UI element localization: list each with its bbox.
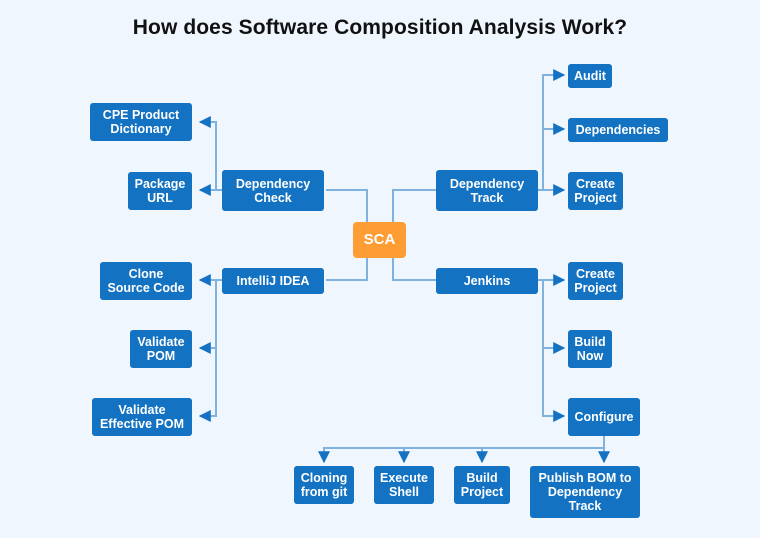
connector-intellij-validate-pom [198,280,217,354]
connector-intellij-validate-effective-pom [198,348,217,422]
node-intellij-idea[interactable]: IntelliJ IDEA [222,268,324,294]
connector-sca-dependency-check [326,189,368,226]
connector-jenkins-build-now [542,280,566,354]
connector-sca-jenkins [392,258,436,281]
connector-sca-dependency-track [392,189,436,226]
node-execute-shell[interactable]: Execute Shell [374,466,434,504]
node-publish-bom[interactable]: Publish BOM to Dependency Track [530,466,640,518]
node-sca[interactable]: SCA [353,222,406,258]
connector-dt-audit [538,69,566,191]
node-cpe-product-dictionary[interactable]: CPE Product Dictionary [90,103,192,141]
node-build-project[interactable]: Build Project [454,466,510,504]
connector-dependency-check-cpe [198,116,222,191]
connector-jenkins-configure [542,348,566,422]
node-audit[interactable]: Audit [568,64,612,88]
node-jenkins[interactable]: Jenkins [436,268,538,294]
node-dependency-track[interactable]: Dependency Track [436,170,538,211]
node-jenkins-create-project[interactable]: Create Project [568,262,623,300]
node-package-url[interactable]: Package URL [128,172,192,210]
node-configure[interactable]: Configure [568,398,640,436]
node-dt-create-project[interactable]: Create Project [568,172,623,210]
node-validate-pom[interactable]: Validate POM [130,330,192,368]
node-dependency-check[interactable]: Dependency Check [222,170,324,211]
connector-sca-intellij [326,258,368,281]
node-cloning-from-git[interactable]: Cloning from git [294,466,354,504]
node-clone-source-code[interactable]: Clone Source Code [100,262,192,300]
node-validate-effective-pom[interactable]: Validate Effective POM [92,398,192,436]
connector-configure-cloning [318,436,605,464]
node-dependencies[interactable]: Dependencies [568,118,668,142]
node-build-now[interactable]: Build Now [568,330,612,368]
